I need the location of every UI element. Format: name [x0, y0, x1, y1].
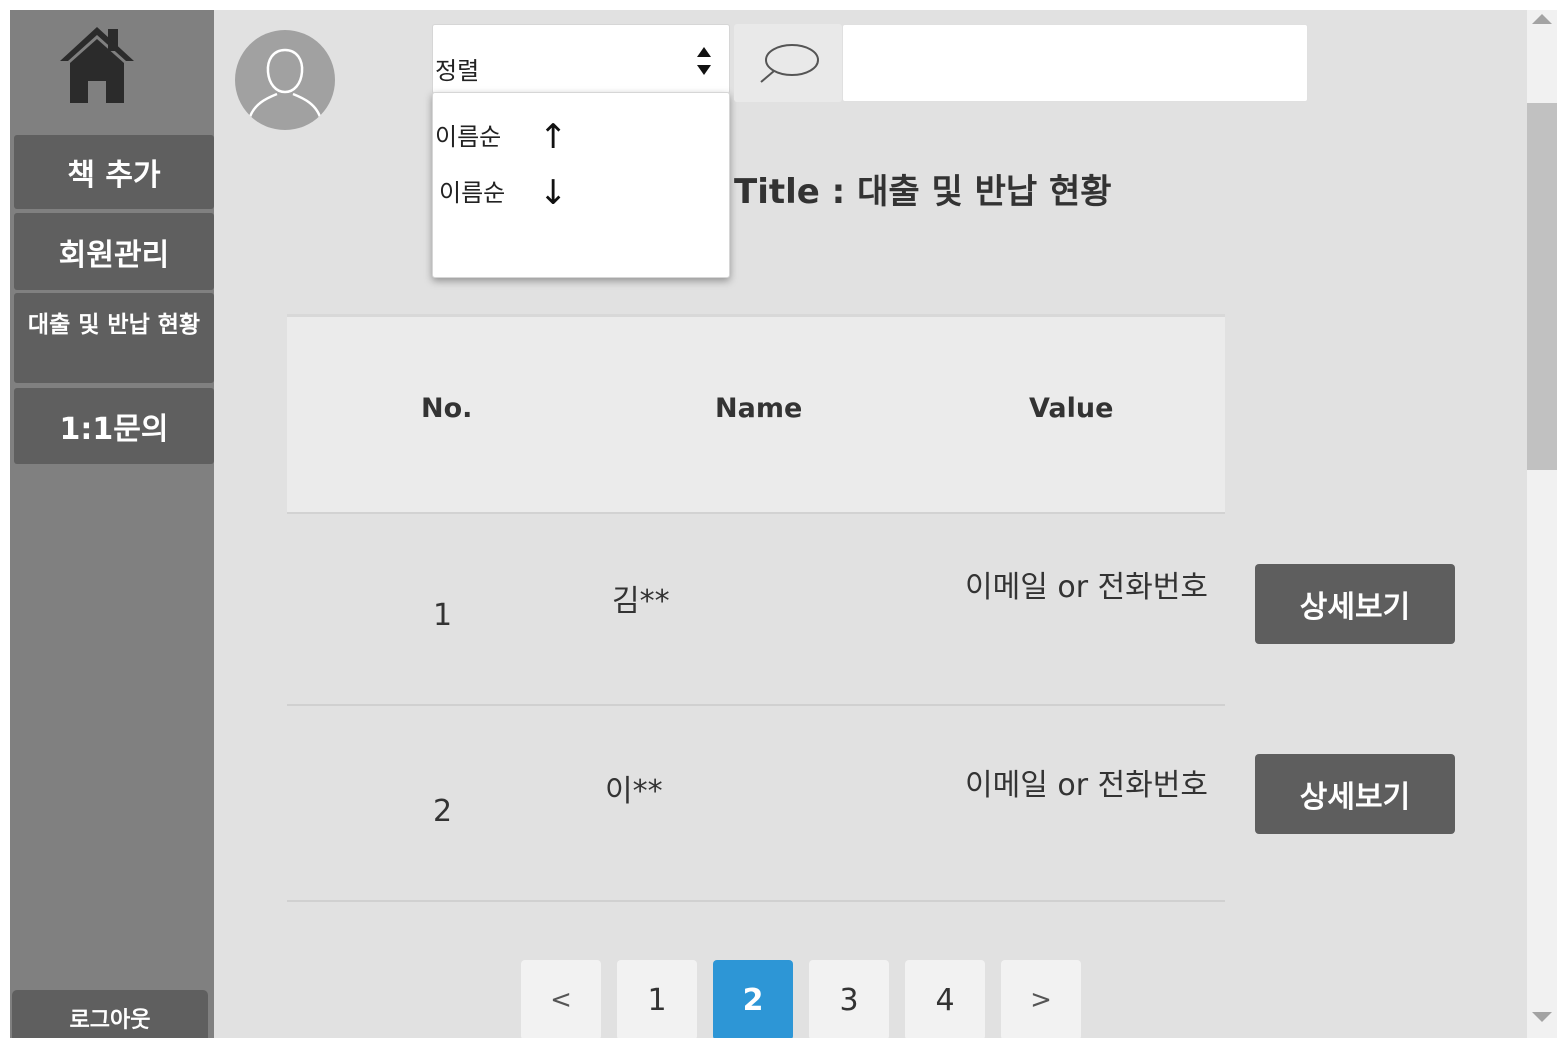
- sidebar-item-inquiry[interactable]: 1:1문의: [14, 388, 214, 464]
- sort-option-label: 이름순: [439, 179, 506, 207]
- arrow-down-icon: ↓: [539, 173, 568, 213]
- cell-no: 2: [433, 794, 453, 829]
- arrow-up-icon: ↑: [539, 117, 568, 157]
- scroll-down-arrow-icon[interactable]: [1532, 1012, 1552, 1022]
- sort-option-label: 이름순: [435, 123, 502, 151]
- vertical-scrollbar[interactable]: [1527, 10, 1557, 1038]
- table-row: 2 이** 이메일 or 전화번호: [287, 706, 1225, 902]
- home-icon[interactable]: [58, 25, 136, 105]
- sidebar-item-loan-status[interactable]: 대출 및 반납 현황: [14, 293, 214, 383]
- table-header: No. Name Value: [287, 314, 1225, 514]
- user-avatar-icon[interactable]: [235, 30, 335, 130]
- column-header-name[interactable]: Name: [715, 393, 802, 424]
- pagination-page-3[interactable]: 3: [809, 960, 889, 1038]
- pagination-page-4[interactable]: 4: [905, 960, 985, 1038]
- cell-value: 이메일 or 전화번호: [965, 570, 1208, 605]
- scroll-thumb[interactable]: [1527, 103, 1557, 470]
- row-divider: [287, 900, 1225, 902]
- pagination-next-button[interactable]: >: [1001, 960, 1081, 1038]
- pagination-page-2-current[interactable]: 2: [713, 960, 793, 1038]
- detail-button[interactable]: 상세보기: [1255, 564, 1455, 644]
- sort-dropdown: 이름순 ↑ 이름순 ↓: [432, 92, 730, 278]
- search-button[interactable]: [734, 24, 842, 102]
- page-title: Title : 대출 및 반납 현황: [734, 172, 1112, 212]
- cell-no: 1: [433, 598, 453, 633]
- pagination-prev-button[interactable]: <: [521, 960, 601, 1038]
- pagination-page-1[interactable]: 1: [617, 960, 697, 1038]
- column-header-no[interactable]: No.: [421, 393, 472, 424]
- sort-selected-label: 정렬: [435, 57, 480, 85]
- sort-select[interactable]: 정렬: [432, 24, 730, 94]
- column-header-value[interactable]: Value: [1029, 393, 1113, 424]
- cell-value: 이메일 or 전화번호: [965, 768, 1208, 803]
- table-row: 1 김** 이메일 or 전화번호: [287, 514, 1225, 706]
- search-input[interactable]: [842, 24, 1308, 102]
- search-icon: [760, 44, 819, 83]
- detail-button[interactable]: 상세보기: [1255, 754, 1455, 834]
- sidebar-item-member-management[interactable]: 회원관리: [14, 213, 214, 290]
- select-arrows-icon: [697, 47, 711, 75]
- logout-button[interactable]: 로그아웃: [12, 990, 208, 1038]
- cell-name: 김**: [612, 584, 670, 619]
- sidebar-item-add-book[interactable]: 책 추가: [14, 135, 214, 209]
- user-silhouette-icon: [247, 48, 323, 121]
- app-window: 책 추가 회원관리 대출 및 반납 현황 1:1문의 로그아웃 정렬 이름순 ↑…: [10, 10, 1557, 1038]
- scroll-up-arrow-icon[interactable]: [1532, 14, 1552, 24]
- cell-name: 이**: [605, 774, 663, 809]
- sidebar: 책 추가 회원관리 대출 및 반납 현황 1:1문의 로그아웃: [10, 10, 214, 1038]
